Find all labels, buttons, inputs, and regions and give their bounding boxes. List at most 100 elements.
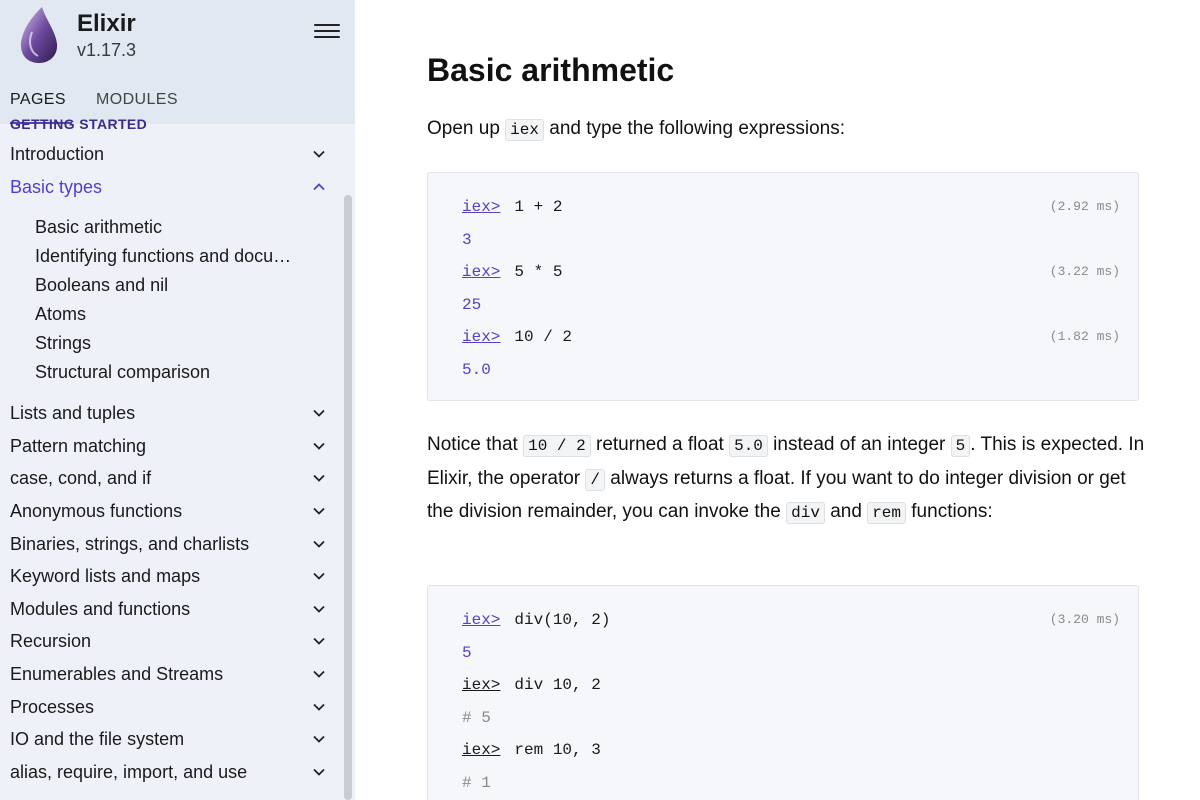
- subnav-item-atoms[interactable]: Atoms: [0, 300, 305, 329]
- sidebar: Elixir v1.17.3 PAGES MODULES GETTING STA…: [0, 0, 355, 800]
- sidebar-item-label: Enumerables and Streams: [10, 663, 224, 684]
- text: instead of an integer: [767, 434, 951, 455]
- page-title: Basic arithmetic: [427, 52, 675, 88]
- sidebar-item-basic-types[interactable]: Basic types: [0, 171, 340, 204]
- sidebar-item-lists-and-tuples[interactable]: Lists and tuples: [0, 397, 340, 430]
- inline-code: rem: [867, 502, 906, 524]
- subnav-item-identifying-functions[interactable]: Identifying functions and documentation: [0, 242, 305, 271]
- text: and: [824, 501, 868, 522]
- subnav-item-structural-comparison[interactable]: Structural comparison: [0, 358, 305, 387]
- chevron-down-icon[interactable]: [312, 504, 326, 518]
- timing-label: (3.22 ms): [1049, 264, 1120, 279]
- sidebar-item-introduction[interactable]: Introduction: [0, 138, 340, 171]
- iex-prompt-link[interactable]: iex>: [462, 676, 500, 694]
- timing-label: (1.82 ms): [1049, 329, 1120, 344]
- app-version[interactable]: v1.17.3: [77, 40, 136, 61]
- sidebar-item-label: alias, require, import, and use: [10, 761, 248, 782]
- subnav-item-basic-arithmetic[interactable]: Basic arithmetic: [0, 213, 305, 242]
- code-line: 3: [428, 224, 1138, 257]
- iex-prompt-link[interactable]: iex>: [462, 741, 500, 759]
- code-comment: # 1: [462, 773, 491, 792]
- inline-code: 5: [950, 435, 971, 457]
- sidebar-item-label: Basic types: [10, 176, 103, 197]
- iex-prompt-link[interactable]: iex>: [462, 611, 500, 629]
- chevron-down-icon[interactable]: [312, 765, 326, 779]
- sidebar-item-label: Processes: [10, 696, 95, 717]
- inline-code: 10 / 2: [523, 435, 591, 457]
- sidebar-item-pattern-matching[interactable]: Pattern matching: [0, 430, 340, 463]
- code-command: 5 * 5: [514, 263, 563, 281]
- timing-label: (2.92 ms): [1049, 199, 1120, 214]
- iex-prompt-link[interactable]: iex>: [462, 263, 500, 281]
- chevron-down-icon[interactable]: [312, 406, 326, 420]
- sidebar-item-label: Introduction: [10, 144, 105, 164]
- subnav-item-strings[interactable]: Strings: [0, 329, 305, 358]
- sidebar-item-label: Lists and tuples: [10, 403, 136, 424]
- code-line: iex> 5 * 5 (3.22 ms): [428, 256, 1138, 289]
- code-command: 10 / 2: [514, 328, 573, 346]
- sidebar-item-case-cond-if[interactable]: case, cond, and if: [0, 462, 340, 495]
- code-line: 5: [428, 637, 1138, 670]
- code-result: 25: [462, 295, 482, 314]
- chevron-down-icon[interactable]: [312, 147, 326, 161]
- chevron-down-icon[interactable]: [312, 602, 326, 616]
- code-line: iex> div(10, 2) (3.20 ms): [428, 604, 1138, 637]
- chevron-down-icon[interactable]: [312, 732, 326, 746]
- code-command: div 10, 2: [514, 676, 601, 694]
- code-line: iex> rem 10, 3: [428, 734, 1138, 767]
- sidebar-item-io-and-file-system[interactable]: IO and the file system: [0, 723, 340, 756]
- sidebar-item-alias-require-import-use[interactable]: alias, require, import, and use: [0, 756, 340, 789]
- iex-prompt-link[interactable]: iex>: [462, 198, 500, 216]
- sidebar-item-keyword-lists-and-maps[interactable]: Keyword lists and maps: [0, 560, 340, 593]
- code-command: div(10, 2): [514, 611, 611, 629]
- subnav-basic-types: Basic arithmetic Identifying functions a…: [0, 213, 340, 387]
- code-command: rem 10, 3: [514, 741, 601, 759]
- chevron-down-icon[interactable]: [312, 667, 326, 681]
- main-content: Basic arithmetic Open up iex and type th…: [355, 0, 1200, 800]
- code-result: 5: [462, 643, 472, 662]
- code-line: 5.0: [428, 354, 1138, 387]
- elixir-logo-icon[interactable]: [18, 6, 60, 64]
- sidebar-item-processes[interactable]: Processes: [0, 691, 340, 724]
- code-command: 1 + 2: [514, 198, 563, 216]
- sidebar-item-anonymous-functions[interactable]: Anonymous functions: [0, 495, 340, 528]
- intro-paragraph: Open up iex and type the following expre…: [427, 113, 1147, 147]
- chevron-down-icon[interactable]: [312, 471, 326, 485]
- app-name: Elixir: [77, 10, 136, 37]
- code-line: 25: [428, 289, 1138, 322]
- chevron-up-icon[interactable]: [312, 180, 326, 194]
- inline-code: div: [786, 502, 825, 524]
- sidebar-item-label: case, cond, and if: [10, 468, 152, 489]
- text: returned a float: [590, 434, 730, 455]
- sidebar-item-enumerables-and-streams[interactable]: Enumerables and Streams: [0, 658, 340, 691]
- notice-paragraph: Notice that 10 / 2 returned a float 5.0 …: [427, 429, 1147, 530]
- sidebar-item-label: Anonymous functions: [10, 500, 183, 521]
- sidebar-item-label: Modules and functions: [10, 598, 191, 619]
- sidebar-item-label: Keyword lists and maps: [10, 566, 201, 587]
- text: Notice that: [427, 434, 524, 455]
- chevron-down-icon[interactable]: [312, 439, 326, 453]
- code-block-arithmetic: iex> 1 + 2 (2.92 ms) 3 iex> 5 * 5 (3.22 ms) …: [427, 172, 1139, 401]
- inline-code: 5.0: [729, 435, 768, 457]
- text: and type the following expressions:: [543, 118, 845, 139]
- code-comment: # 5: [462, 708, 491, 727]
- sidebar-item-recursion[interactable]: Recursion: [0, 625, 340, 658]
- sidebar-item-modules-and-functions[interactable]: Modules and functions: [0, 593, 340, 626]
- chevron-down-icon[interactable]: [312, 569, 326, 583]
- subnav-item-booleans-and-nil[interactable]: Booleans and nil: [0, 271, 305, 300]
- iex-prompt-link[interactable]: iex>: [462, 328, 500, 346]
- sidebar-scrollbar[interactable]: [344, 195, 352, 800]
- code-result: 5.0: [462, 360, 491, 379]
- sidebar-item-binaries-strings-charlists[interactable]: Binaries, strings, and charlists: [0, 528, 340, 561]
- inline-code: iex: [505, 119, 544, 141]
- sidebar-item-label: Pattern matching: [10, 435, 147, 456]
- text: functions:: [906, 501, 993, 522]
- chevron-down-icon[interactable]: [312, 634, 326, 648]
- sidebar-item-label: IO and the file system: [10, 729, 185, 750]
- timing-label: (3.20 ms): [1049, 612, 1120, 627]
- sidebar-item-label: Recursion: [10, 631, 92, 652]
- text: Open up: [427, 118, 506, 139]
- chevron-down-icon[interactable]: [312, 537, 326, 551]
- chevron-down-icon[interactable]: [312, 700, 326, 714]
- hamburger-icon[interactable]: [314, 20, 340, 44]
